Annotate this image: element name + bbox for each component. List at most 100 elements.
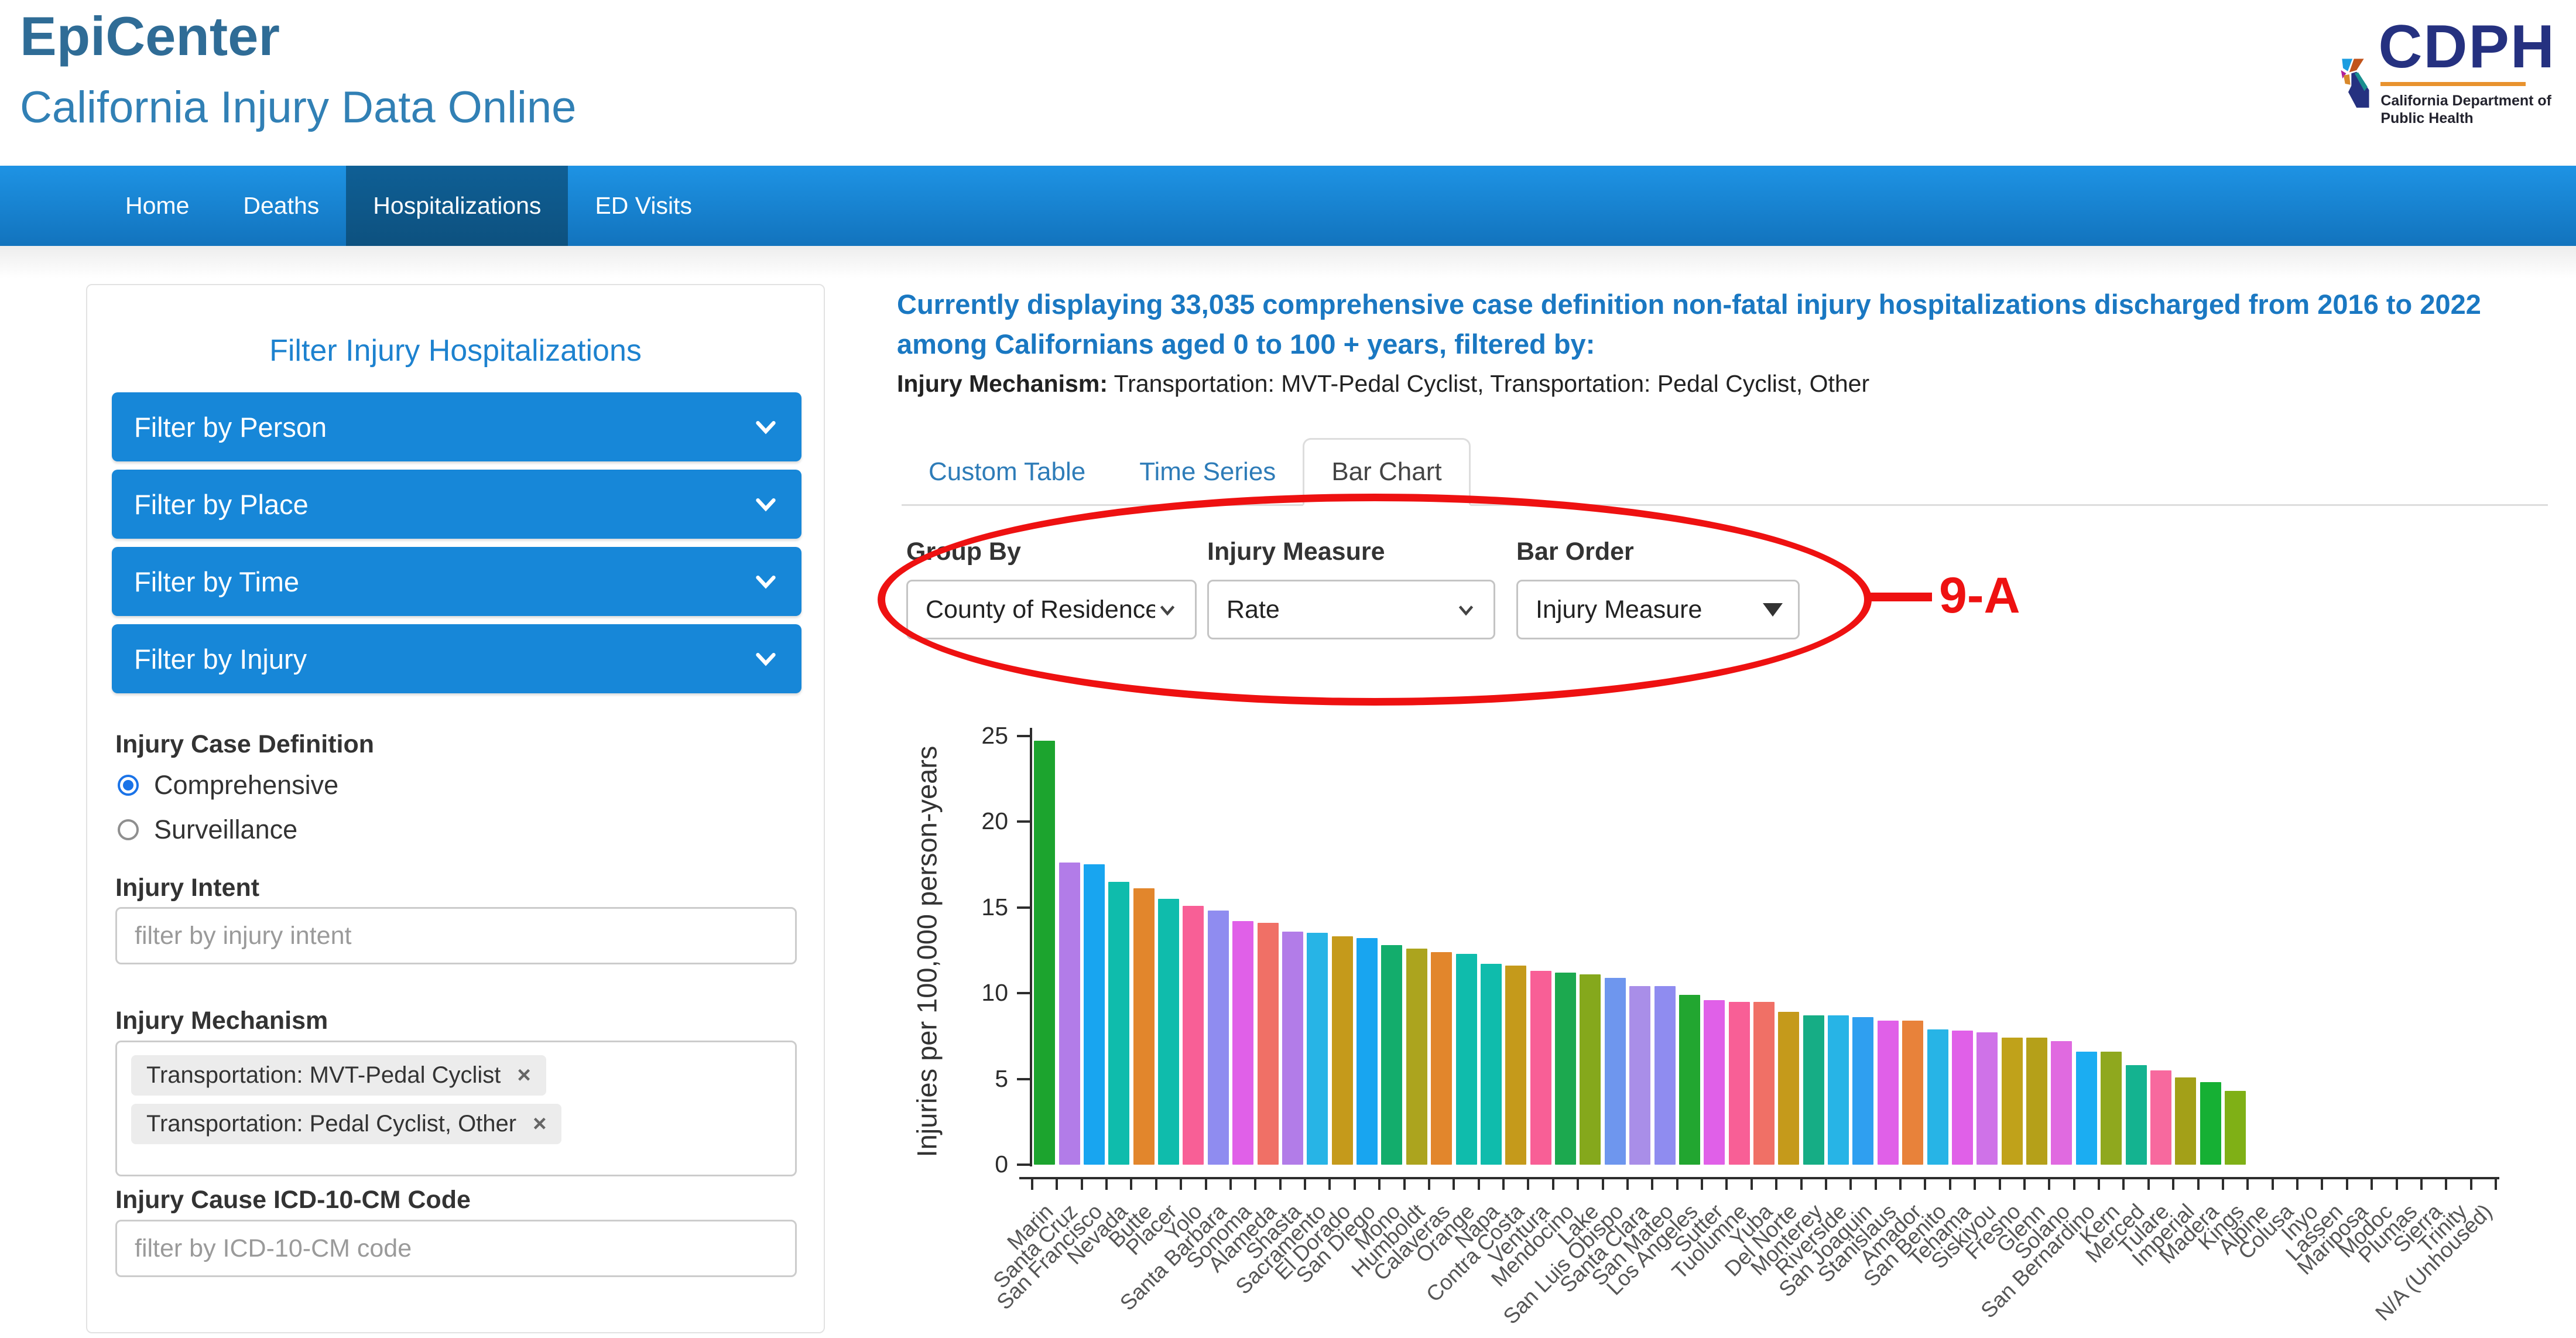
x-tick-1 (1056, 1179, 1058, 1190)
x-tick-51 (2296, 1179, 2298, 1190)
case-definition-label: Injury Case Definition (115, 730, 374, 759)
x-tick-48 (2222, 1179, 2224, 1190)
x-tick-34 (1875, 1179, 1877, 1190)
x-tick-5 (1155, 1179, 1157, 1190)
bar-glenn (2026, 1038, 2047, 1165)
y-axis-line (1030, 728, 1032, 1166)
bar-kings (2225, 1091, 2246, 1165)
bar-riverside (1828, 1015, 1849, 1165)
bar-sonoma (1232, 921, 1253, 1165)
bar-monterey (1803, 1015, 1824, 1165)
cdph-logo[interactable]: CDPH California Department of Public Hea… (2339, 16, 2556, 151)
x-tick-30 (1775, 1179, 1777, 1190)
bar-fresno (2002, 1038, 2023, 1165)
tab-strip: Custom TableTime SeriesBar Chart (902, 440, 2548, 506)
x-tick-2 (1081, 1179, 1083, 1190)
tab-bar-chart[interactable]: Bar Chart (1303, 438, 1470, 506)
accordion-filter-by-person[interactable]: Filter by Person (112, 392, 801, 461)
radio-surveillance[interactable] (118, 819, 139, 840)
x-tick-57 (2445, 1179, 2447, 1190)
tag-label: Transportation: Pedal Cyclist, Other (146, 1111, 516, 1137)
injury-intent-label: Injury Intent (115, 874, 259, 902)
nav-item-deaths[interactable]: Deaths (216, 166, 346, 246)
y-tick-0 (1017, 1164, 1030, 1166)
injury-measure-value: Rate (1227, 596, 1280, 624)
bar-amador (1902, 1021, 1923, 1165)
bar-siskiyou (1976, 1032, 1998, 1165)
x-tick-22 (1577, 1179, 1579, 1190)
nav-item-home[interactable]: Home (98, 166, 216, 246)
bar-shasta (1282, 932, 1303, 1165)
group-by-select[interactable]: County of Residence (906, 580, 1197, 639)
x-tick-53 (2346, 1179, 2348, 1190)
radio-label: Comprehensive (154, 770, 338, 800)
accordion-label: Filter by Person (134, 411, 327, 443)
accordion-filter-by-time[interactable]: Filter by Time (112, 547, 801, 616)
bar-san-diego (1356, 938, 1378, 1165)
injury-mechanism-label: Injury Mechanism (115, 1007, 328, 1035)
main-nav: HomeDeathsHospitalizationsED Visits (0, 166, 2576, 246)
accordion-list: Filter by Person Filter by Place Filter by… (112, 392, 801, 701)
x-tick-36 (1924, 1179, 1926, 1190)
x-tick-52 (2321, 1179, 2323, 1190)
bar-yuba (1753, 1002, 1775, 1165)
injury-measure-select[interactable]: Rate (1207, 580, 1495, 639)
tag-remove-icon[interactable]: × (517, 1062, 530, 1089)
x-tick-14 (1378, 1179, 1381, 1190)
bar-calaveras (1431, 952, 1452, 1165)
bar-san-bernardino (2076, 1052, 2097, 1165)
bar-sacramento (1307, 933, 1328, 1165)
cdph-acronym: CDPH (2378, 16, 2556, 77)
logo-caption-line1: California Department of (2380, 92, 2556, 109)
x-tick-50 (2272, 1179, 2274, 1190)
chevron-down-icon (752, 413, 779, 440)
injury-intent-input[interactable] (115, 907, 797, 964)
bar-tehama (1952, 1031, 1973, 1165)
x-tick-16 (1428, 1179, 1430, 1190)
group-by-value: County of Residence (926, 596, 1155, 624)
bar-chart-plot[interactable]: 0510152025MarinSanta CruzSan FranciscoNe… (855, 703, 2576, 1338)
accordion-label: Filter by Time (134, 566, 299, 598)
y-tick-label-25: 25 (932, 722, 1008, 750)
bar-ventura (1530, 971, 1551, 1165)
summary-mechanism-label: Injury Mechanism: (897, 370, 1108, 397)
x-tick-26 (1676, 1179, 1678, 1190)
injury-measure-label: Injury Measure (1207, 538, 1385, 566)
icd-code-input[interactable] (115, 1220, 797, 1277)
accordion-filter-by-place[interactable]: Filter by Place (112, 470, 801, 539)
nav-item-hospitalizations[interactable]: Hospitalizations (346, 166, 568, 246)
x-tick-58 (2470, 1179, 2472, 1190)
bar-orange (1456, 954, 1477, 1165)
radio-comprehensive[interactable] (118, 775, 139, 796)
x-tick-38 (1974, 1179, 1976, 1190)
filter-panel: Filter Injury Hospitalizations Filter by… (86, 284, 825, 1333)
tag-remove-icon[interactable]: × (533, 1111, 546, 1137)
bar-order-dropdown[interactable]: Injury Measure (1516, 580, 1800, 639)
x-axis-line (1019, 1177, 2499, 1179)
y-tick-15 (1017, 906, 1030, 909)
injury-mechanism-multiselect[interactable]: Transportation: MVT-Pedal Cyclist×Transp… (115, 1041, 797, 1176)
radio-row-comprehensive: Comprehensive (118, 770, 338, 800)
x-tick-44 (2122, 1179, 2125, 1190)
accordion-filter-by-injury[interactable]: Filter by Injury (112, 624, 801, 693)
x-tick-45 (2147, 1179, 2150, 1190)
bar-san-luis-obispo (1605, 978, 1626, 1165)
bar-del-norte (1778, 1012, 1799, 1165)
tab-custom-table[interactable]: Custom Table (902, 440, 1112, 504)
chevron-down-icon (1155, 597, 1180, 622)
bar-el-dorado (1332, 936, 1353, 1165)
nav-item-ed-visits[interactable]: ED Visits (568, 166, 719, 246)
tab-time-series[interactable]: Time Series (1112, 440, 1303, 504)
x-tick-4 (1130, 1179, 1132, 1190)
icd-code-label: Injury Cause ICD-10-CM Code (115, 1186, 471, 1214)
bar-humboldt (1406, 949, 1427, 1165)
bar-santa-barbara (1208, 911, 1229, 1165)
chevron-down-icon (752, 568, 779, 595)
x-tick-9 (1254, 1179, 1256, 1190)
bar-san-mateo (1654, 986, 1676, 1165)
bar-imperial (2175, 1077, 2196, 1165)
radio-label: Surveillance (154, 815, 297, 845)
bar-marin (1034, 741, 1055, 1165)
site-title: EpiCenter (20, 5, 280, 68)
x-tick-47 (2197, 1179, 2200, 1190)
